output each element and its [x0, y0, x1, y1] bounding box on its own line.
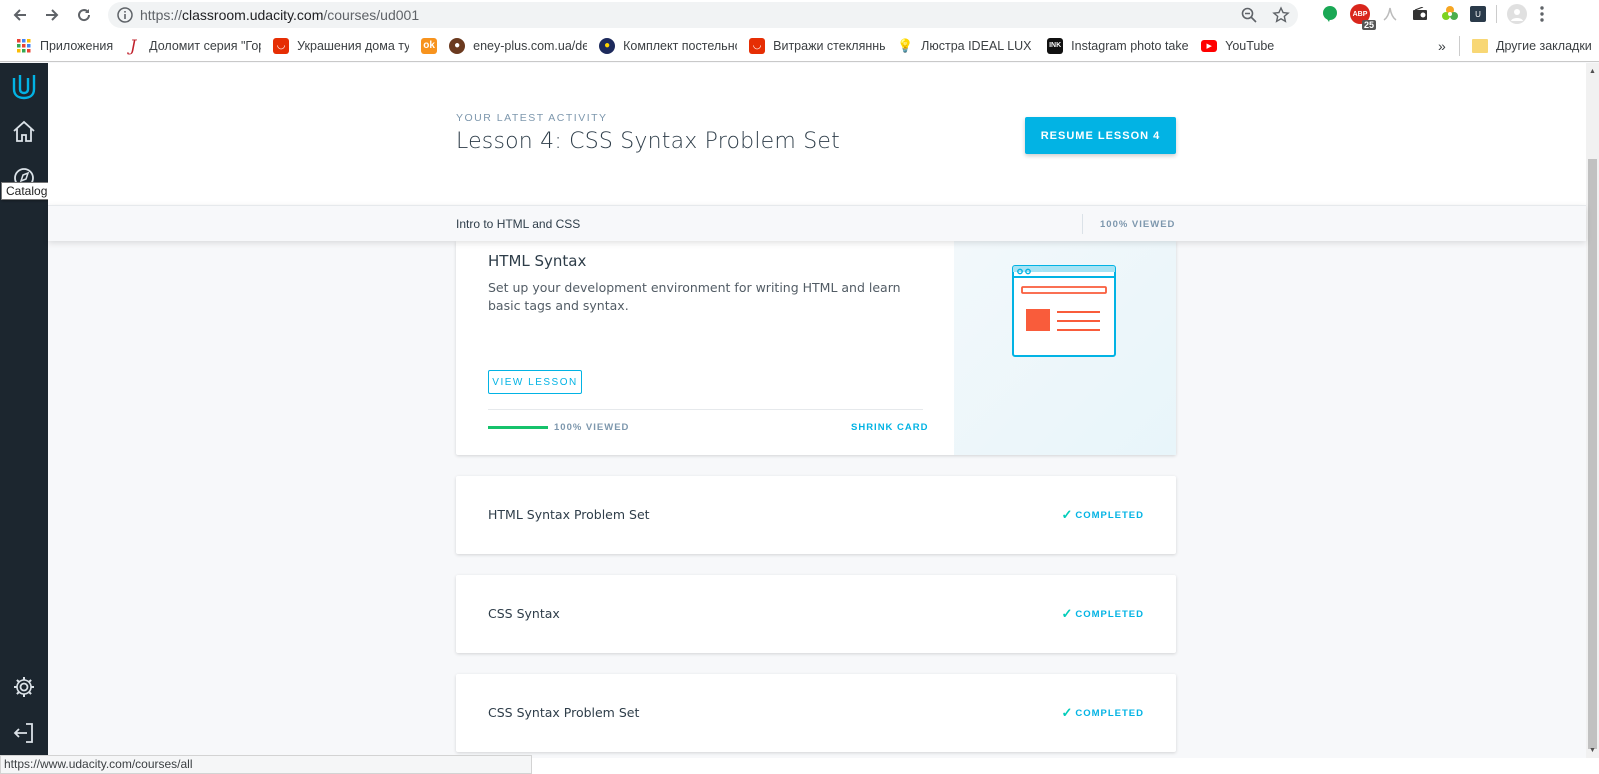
- url-text: https://classroom.udacity.com/courses/ud…: [140, 7, 420, 23]
- other-bookmarks[interactable]: Другие закладки: [1466, 35, 1598, 57]
- profile-avatar-icon[interactable]: [1507, 4, 1527, 24]
- resume-lesson-button[interactable]: RESUME LESSON 4: [1025, 117, 1176, 154]
- page-scrollbar[interactable]: ▲ ▼: [1586, 63, 1599, 758]
- check-icon: ✓: [1061, 705, 1074, 720]
- lesson-card[interactable]: CSS Syntax ✓ COMPLETED: [456, 575, 1176, 653]
- aliexpress-icon: ◡: [749, 37, 766, 54]
- card-divider: [488, 409, 923, 410]
- lesson-card-description: Set up your development environment for …: [488, 280, 901, 313]
- udacity-extension-icon[interactable]: U: [1470, 6, 1486, 22]
- lesson-status-label: COMPLETED: [1075, 707, 1144, 719]
- lesson-title: CSS Syntax: [488, 606, 560, 621]
- forward-arrow-icon: [46, 9, 59, 21]
- lesson-status-label: COMPLETED: [1075, 608, 1144, 620]
- lesson-card[interactable]: CSS Syntax Problem Set ✓ COMPLETED: [456, 674, 1176, 752]
- browser-toolbar: https://classroom.udacity.com/courses/ud…: [0, 0, 1599, 30]
- status-bar-url: https://www.udacity.com/courses/all: [0, 755, 532, 774]
- lightbulb-icon: 💡: [897, 37, 914, 53]
- lesson-card[interactable]: HTML Syntax Problem Set ✓ COMPLETED: [456, 476, 1176, 554]
- latest-activity-title: Lesson 4: CSS Syntax Problem Set: [456, 129, 840, 154]
- aliexpress-icon: ◡: [273, 37, 290, 54]
- extensions: ABP 25 U: [1320, 4, 1547, 30]
- script-j-icon: J: [129, 36, 137, 55]
- yellow-circle-icon: ●: [599, 37, 616, 54]
- logout-icon[interactable]: [12, 721, 36, 745]
- bookmarks-bar: Приложения J Доломит серия "Гор ◡ Украшени…: [0, 30, 1599, 62]
- lesson-progress-bar: [488, 426, 548, 429]
- lesson-progress-label: 100% VIEWED: [554, 422, 630, 433]
- lesson-title: HTML Syntax Problem Set: [488, 507, 650, 522]
- bookmark-dolomit[interactable]: J Доломит серия "Гор: [119, 35, 267, 57]
- eney-plus-icon: ●: [449, 37, 466, 54]
- zoom-icon[interactable]: [1240, 6, 1258, 24]
- bookmark-lyustra[interactable]: 💡 Люстра IDEAL LUX 8: [891, 35, 1041, 57]
- address-bar[interactable]: https://classroom.udacity.com/courses/ud…: [108, 2, 1298, 28]
- evernote-extension-icon[interactable]: [1320, 4, 1340, 24]
- odnoklassniki-icon: ok: [421, 37, 438, 54]
- radio-extension-icon[interactable]: [1410, 4, 1430, 24]
- info-icon: [117, 7, 133, 23]
- colorful-extension-icon[interactable]: [1440, 4, 1460, 24]
- view-lesson-button[interactable]: VIEW LESSON: [488, 370, 582, 394]
- course-name: Intro to HTML and CSS: [456, 217, 581, 231]
- settings-gear-icon[interactable]: [12, 675, 36, 699]
- reload-button[interactable]: [70, 1, 98, 29]
- app-sidebar: [0, 63, 48, 758]
- pdf-extension-icon[interactable]: [1380, 4, 1400, 24]
- course-viewed-label: 100% VIEWED: [1100, 219, 1176, 230]
- bookmark-ok[interactable]: ok: [415, 35, 443, 57]
- scroll-down-arrow-icon[interactable]: ▼: [1588, 745, 1597, 755]
- lesson-progress-fill: [488, 426, 548, 429]
- ink-icon: INK: [1047, 37, 1064, 54]
- udacity-logo-icon[interactable]: [11, 74, 37, 102]
- check-icon: ✓: [1061, 606, 1074, 621]
- apps-grid-icon: [16, 38, 32, 54]
- bookmark-ukrasheniya[interactable]: ◡ Украшения дома тур: [267, 35, 415, 57]
- shrink-card-button[interactable]: SHRINK CARD: [851, 422, 929, 433]
- course-progress-bar: Intro to HTML and CSS 100% VIEWED: [48, 205, 1586, 241]
- browser-window-illustration-icon: [1012, 265, 1116, 357]
- bookmark-vitrazhi[interactable]: ◡ Витражи стеклянны: [743, 35, 891, 57]
- reload-icon: [78, 9, 91, 22]
- bookmark-youtube[interactable]: ▶ YouTube: [1195, 35, 1280, 57]
- forward-button[interactable]: [38, 1, 66, 29]
- catalog-tooltip: Catalog: [1, 182, 53, 200]
- course-bar-divider: [1082, 214, 1083, 234]
- bookmark-star-icon[interactable]: [1272, 6, 1290, 24]
- lesson-card-title: HTML Syntax: [488, 252, 587, 270]
- lesson-status: ✓ COMPLETED: [1061, 705, 1144, 721]
- latest-activity-label: YOUR LATEST ACTIVITY: [456, 112, 608, 124]
- scroll-up-arrow-icon[interactable]: ▲: [1588, 66, 1597, 76]
- bookmark-apps[interactable]: Приложения: [10, 35, 119, 57]
- scroll-thumb[interactable]: [1588, 159, 1597, 749]
- bookmark-instagram[interactable]: INK Instagram photo take: [1041, 35, 1195, 57]
- extension-badge: 25: [1361, 20, 1376, 30]
- lesson-status: ✓ COMPLETED: [1061, 606, 1144, 622]
- back-arrow-icon: [13, 9, 26, 21]
- lesson-status-label: COMPLETED: [1075, 509, 1144, 521]
- check-icon: ✓: [1061, 507, 1074, 522]
- youtube-icon: ▶: [1201, 39, 1218, 52]
- adblock-extension-icon[interactable]: ABP 25: [1350, 4, 1376, 30]
- bookmark-eney[interactable]: ● eney-plus.com.ua/de: [443, 35, 593, 57]
- bookmark-komplekt[interactable]: ● Комплект постельно: [593, 35, 743, 57]
- lesson-illustration-panel: [954, 241, 1176, 455]
- bookmarks-divider: [1459, 36, 1460, 56]
- chrome-menu-icon[interactable]: [1537, 4, 1547, 24]
- back-button[interactable]: [6, 1, 34, 29]
- lesson-title: CSS Syntax Problem Set: [488, 705, 640, 720]
- folder-icon: [1472, 38, 1488, 53]
- bookmarks-overflow-button[interactable]: »: [1432, 35, 1452, 57]
- lesson-status: ✓ COMPLETED: [1061, 507, 1144, 523]
- expanded-lesson-card: HTML Syntax Set up your development envi…: [456, 241, 1176, 455]
- home-icon[interactable]: [12, 120, 36, 144]
